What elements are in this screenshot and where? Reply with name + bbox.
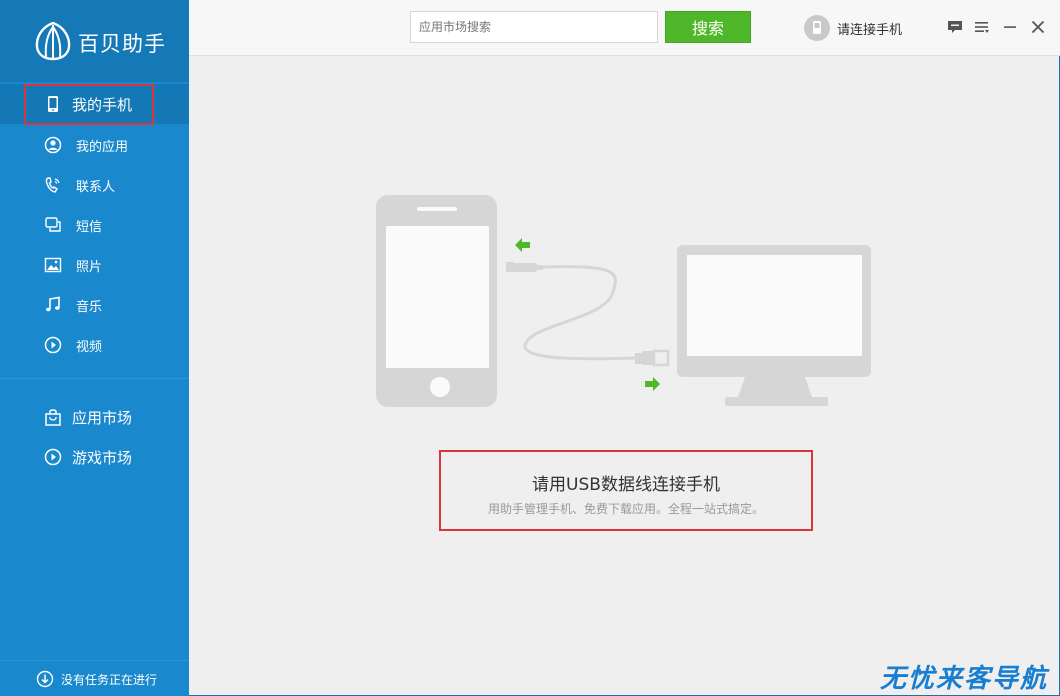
- highlight-box-my-phone: [24, 84, 154, 125]
- green-arrow-right-icon: [645, 377, 660, 391]
- sidebar-item-my-apps[interactable]: 我的应用: [0, 126, 189, 164]
- sidebar-item-label: 我的应用: [76, 139, 129, 155]
- app-name: 百贝助手: [78, 32, 166, 56]
- sidebar-item-sms[interactable]: 短信: [0, 206, 189, 244]
- sidebar-item-label: 短信: [76, 219, 103, 235]
- user-circle-icon: [44, 136, 62, 154]
- sidebar-item-label: 音乐: [76, 299, 103, 315]
- sidebar-item-label: 视频: [76, 339, 103, 355]
- menu-icon[interactable]: [973, 18, 991, 36]
- sidebar-item-label: 照片: [76, 259, 103, 275]
- task-status-label: 没有任务正在进行: [61, 673, 158, 687]
- connect-subtitle: 用助手管理手机、免费下载应用。全程一站式搞定。: [487, 502, 764, 516]
- sidebar-item-label: 联系人: [76, 179, 116, 195]
- device-status-label: 请连接手机: [837, 22, 903, 38]
- phone-call-icon: [45, 177, 60, 193]
- sidebar-divider: [0, 378, 189, 379]
- music-note-icon: [46, 296, 60, 312]
- device-avatar-icon: [804, 15, 830, 41]
- search-button[interactable]: 搜索: [665, 11, 751, 43]
- phone-illustration: [376, 195, 497, 407]
- monitor-illustration: [677, 245, 871, 406]
- connect-title: 请用USB数据线连接手机: [532, 475, 720, 495]
- feedback-icon[interactable]: [946, 18, 964, 36]
- sidebar-item-photos[interactable]: 照片: [0, 246, 189, 284]
- close-icon[interactable]: [1029, 18, 1047, 36]
- shell-logo-icon: [35, 21, 71, 61]
- usb-cable-illustration: [506, 262, 670, 367]
- task-status-bar[interactable]: 没有任务正在进行: [0, 660, 189, 696]
- device-connect-status[interactable]: 请连接手机: [803, 14, 902, 42]
- image-icon: [44, 257, 62, 273]
- sidebar-item-contacts[interactable]: 联系人: [0, 166, 189, 204]
- connect-message-box: 请用USB数据线连接手机 用助手管理手机、免费下载应用。全程一站式搞定。: [439, 450, 813, 531]
- green-arrow-left-icon: [515, 238, 530, 252]
- watermark: 无忧来客导航: [880, 664, 1049, 694]
- search-input[interactable]: [410, 11, 658, 43]
- play-circle-icon: [44, 336, 62, 354]
- sidebar-item-label: 游戏市场: [72, 448, 133, 467]
- minimize-icon[interactable]: [1001, 18, 1019, 36]
- message-icon: [45, 217, 61, 232]
- connect-usb-illustration: [376, 195, 871, 407]
- sidebar-item-game-market[interactable]: 游戏市场: [0, 438, 189, 476]
- sidebar-item-music[interactable]: 音乐: [0, 286, 189, 324]
- download-icon: [36, 670, 54, 688]
- top-toolbar: 搜索 请连接手机: [189, 0, 1060, 56]
- app-logo: 百贝助手: [0, 0, 189, 82]
- sidebar-item-app-market[interactable]: 应用市场: [0, 398, 189, 436]
- sidebar-item-video[interactable]: 视频: [0, 326, 189, 364]
- sidebar-item-label: 应用市场: [72, 408, 133, 427]
- sidebar: 百贝助手 我的手机 我的应用 联系人 短信 照片 音乐 视频 应用市场 游戏市场…: [0, 0, 189, 696]
- shopping-bag-icon: [45, 409, 61, 426]
- play-circle-icon: [44, 448, 62, 466]
